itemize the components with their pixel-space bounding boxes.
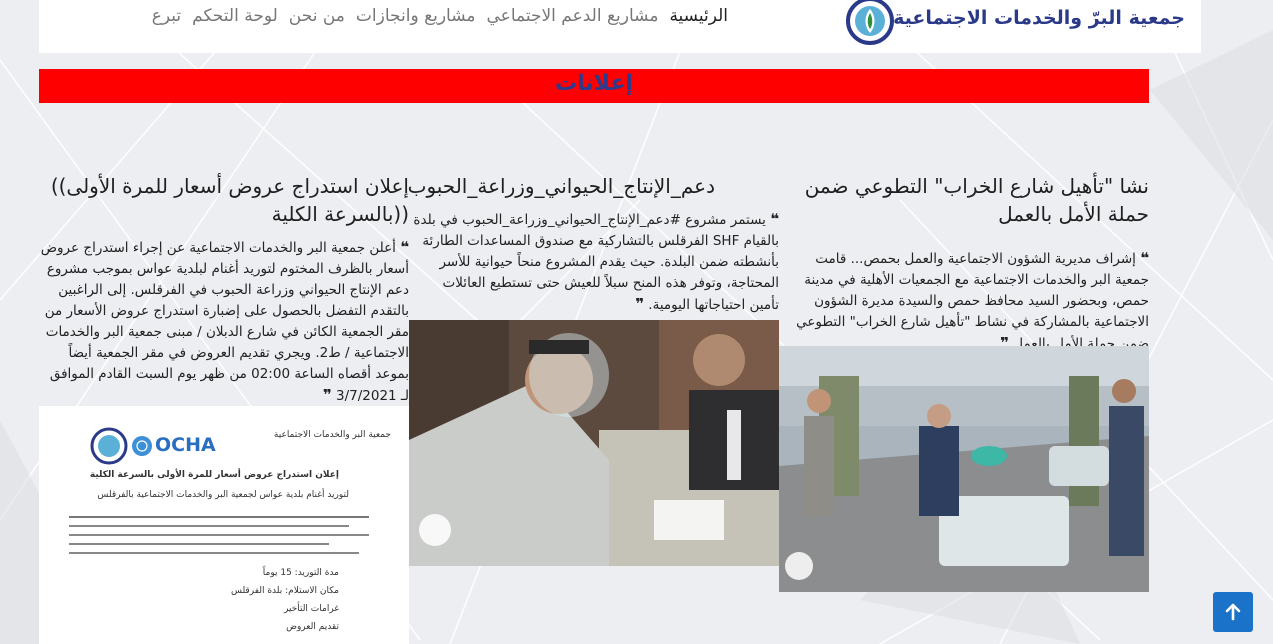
document-items: مدة التوريد: 15 يوماً مكان الاستلام: بلد… [231, 564, 339, 636]
un-emblem-icon [132, 436, 152, 456]
document-body [69, 516, 369, 570]
post-image[interactable] [409, 320, 779, 566]
post-excerpt-text: يستمر مشروع #دعم_الإنتاج_الحيواني_وزراعة… [413, 212, 779, 313]
logo-emblem-icon [846, 0, 894, 45]
document-item: تقديم العروض [286, 622, 339, 632]
nav-item-about[interactable]: من نحن [289, 6, 345, 26]
post-card: إعلان استدراج عروض أسعار للمرة الأولى)) … [39, 172, 409, 407]
quote-close-icon: ❞ [322, 386, 332, 404]
volunteers-painting-photo [779, 346, 1149, 592]
post-excerpt: ❝ أعلن جمعية البر والخدمات الاجتماعية عن… [39, 237, 409, 407]
ocha-logo-text: OCHA [155, 434, 216, 456]
document-item: غرامات التأخير [283, 604, 339, 614]
quote-open-icon: ❝ [1140, 249, 1149, 267]
quote-close-icon: ❞ [635, 295, 644, 313]
nav-item-dashboard[interactable]: لوحة التحكم [192, 6, 278, 26]
nav-item-projects[interactable]: مشاريع وانجازات [356, 6, 476, 26]
aid-worker-photo [409, 320, 779, 566]
post-excerpt-text: إشراف مديرية الشؤون الاجتماعية والعمل بح… [796, 251, 1149, 352]
logo-emblem-icon [90, 427, 128, 465]
document-header: جمعية البر والخدمات الاجتماعية [273, 430, 391, 440]
post-card: دعم_الإنتاج_الحيواني_وزراعة_الحبوب ❝ يست… [408, 172, 779, 316]
post-title[interactable]: نشا "تأهيل شارع الخراب" التطوعي ضمن حملة… [779, 172, 1149, 228]
site-logo[interactable]: جمعية البرّ والخدمات الاجتماعية [845, 0, 1185, 50]
document-item: مكان الاستلام: بلدة الفرقلس [230, 586, 339, 596]
document-title: إعلان استدراج عروض أسعار للمرة الأولى با… [89, 470, 339, 480]
banner-title: إعلانات [555, 71, 633, 96]
post-excerpt: ❝ إشراف مديرية الشؤون الاجتماعية والعمل … [779, 248, 1149, 355]
post-title[interactable]: دعم_الإنتاج_الحيواني_وزراعة_الحبوب [408, 172, 779, 200]
post-excerpt: ❝ يستمر مشروع #دعم_الإنتاج_الحيواني_وزرا… [409, 209, 779, 316]
nav-item-donate[interactable]: تبرع [152, 6, 181, 26]
post-image[interactable]: OCHA جمعية البر والخدمات الاجتماعية إعلا… [39, 406, 409, 644]
scroll-to-top-button[interactable] [1213, 592, 1253, 632]
document-preview: OCHA جمعية البر والخدمات الاجتماعية إعلا… [39, 406, 409, 644]
document-subtitle: لتوريد أغنام بلدية عواس لجمعية البر والخ… [97, 490, 349, 500]
nav-item-social-support[interactable]: مشاريع الدعم الاجتماعي [487, 6, 659, 26]
quote-open-icon: ❝ [400, 238, 409, 256]
post-image[interactable] [779, 346, 1149, 592]
announcements-banner: إعلانات [39, 69, 1149, 103]
main-nav: الرئيسية مشاريع الدعم الاجتماعي مشاريع و… [152, 6, 728, 26]
post-title[interactable]: إعلان استدراج عروض أسعار للمرة الأولى)) … [39, 172, 409, 228]
site-header: الرئيسية مشاريع الدعم الاجتماعي مشاريع و… [39, 0, 1201, 53]
nav-item-home[interactable]: الرئيسية [669, 6, 728, 26]
post-card: نشا "تأهيل شارع الخراب" التطوعي ضمن حملة… [779, 172, 1149, 355]
quote-open-icon: ❝ [770, 210, 779, 228]
post-excerpt-text: أعلن جمعية البر والخدمات الاجتماعية عن إ… [40, 240, 409, 404]
document-item: مدة التوريد: 15 يوماً [262, 568, 339, 578]
arrow-up-icon [1225, 603, 1241, 621]
logo-text: جمعية البرّ والخدمات الاجتماعية [893, 7, 1185, 29]
